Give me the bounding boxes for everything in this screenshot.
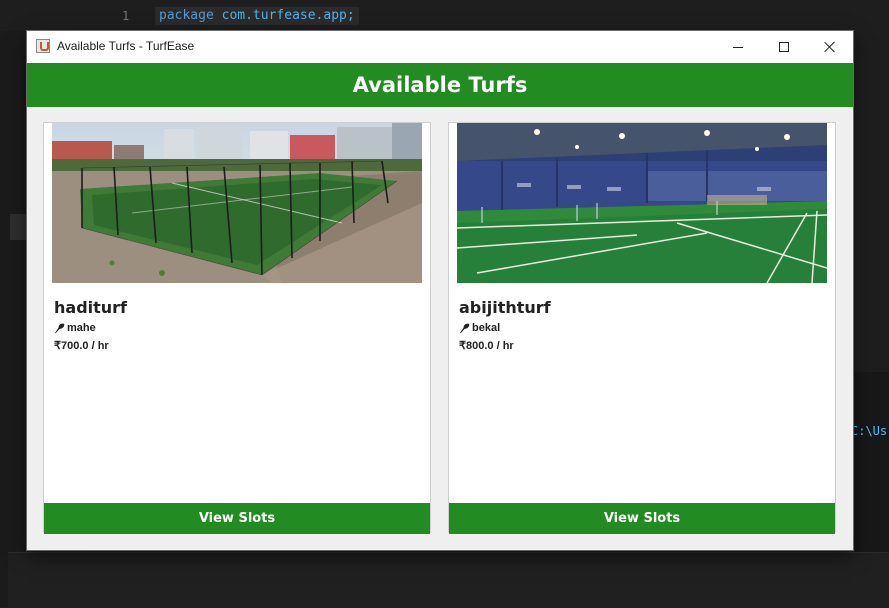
terminal-panel[interactable] <box>853 372 889 552</box>
code-keyword: package <box>159 8 214 23</box>
pin-icon <box>54 323 65 333</box>
turf-location-text: bekal <box>472 322 501 334</box>
indoor-court-photo <box>457 123 827 283</box>
java-cup-icon <box>36 39 50 53</box>
turf-card: abijithturf bekal ₹800.0 / hr View Slots <box>448 122 836 534</box>
turf-price: ₹700.0 / hr <box>54 340 109 352</box>
turf-name: abijithturf <box>459 298 551 317</box>
turf-price: ₹800.0 / hr <box>459 340 514 352</box>
close-icon <box>824 41 836 53</box>
window-title: Available Turfs - TurfEase <box>57 39 195 53</box>
window-titlebar[interactable]: Available Turfs - TurfEase <box>27 31 853 63</box>
turf-card: haditurf mahe ₹700.0 / hr View Slots <box>43 122 431 534</box>
terminal-prompt: C:\Us <box>851 424 888 438</box>
line-number: 1 <box>122 9 130 23</box>
turf-location-text: mahe <box>67 322 96 334</box>
outdoor-turf-photo <box>52 123 422 283</box>
view-slots-button[interactable]: View Slots <box>44 503 430 534</box>
code-text: com.turfease.app; <box>213 8 355 23</box>
turf-location: mahe <box>54 322 96 334</box>
maximize-button[interactable] <box>761 31 807 63</box>
turfease-window: Available Turfs - TurfEase Available Tur… <box>27 31 853 550</box>
minimize-icon <box>733 46 743 48</box>
minimize-button[interactable] <box>715 31 761 63</box>
pin-icon <box>459 323 470 333</box>
maximize-icon <box>779 42 789 52</box>
page-title: Available Turfs <box>352 73 528 97</box>
editor-code-area <box>0 0 889 31</box>
activity-marker <box>10 214 26 240</box>
editor-bottom-panel <box>8 552 889 608</box>
close-button[interactable] <box>807 31 853 63</box>
view-slots-button[interactable]: View Slots <box>449 503 835 534</box>
page-header: Available Turfs <box>27 63 853 107</box>
turf-name: haditurf <box>54 298 128 317</box>
code-line[interactable]: package com.turfease.app; <box>155 7 359 25</box>
turf-location: bekal <box>459 322 500 334</box>
